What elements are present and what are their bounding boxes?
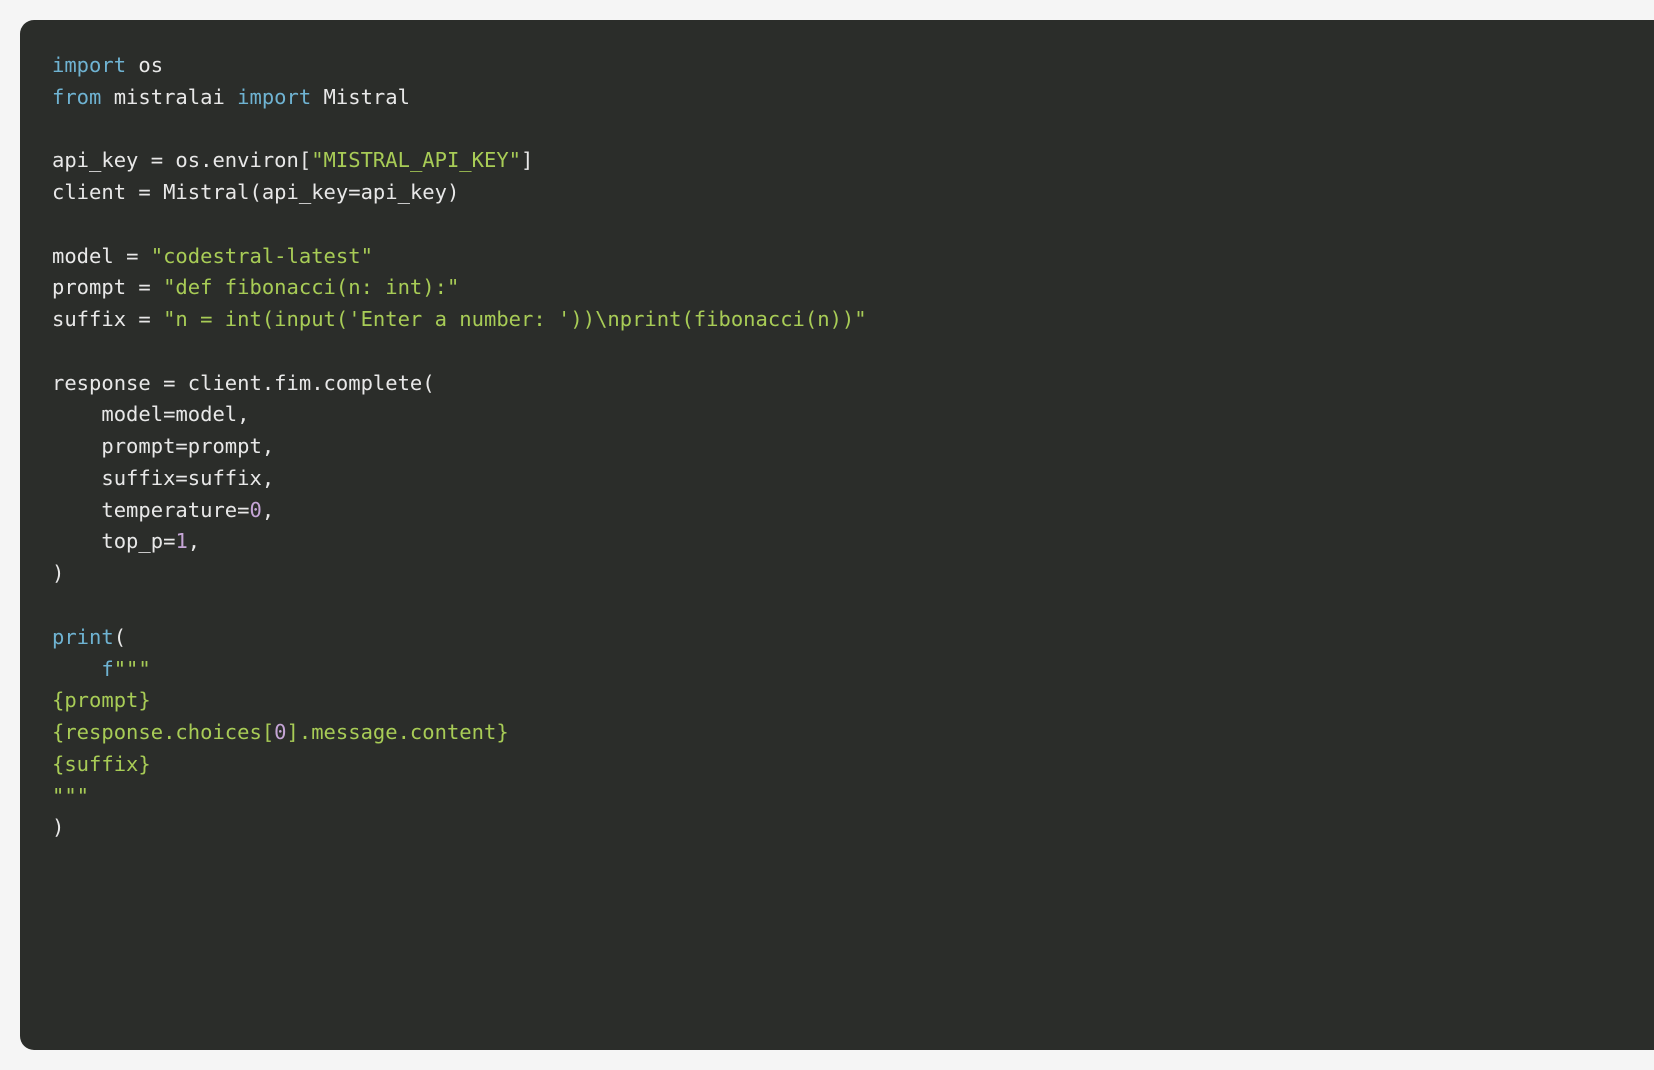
val-prompt: prompt, [188, 434, 274, 458]
op-eq: = [151, 148, 163, 172]
bracket-close: ] [521, 148, 533, 172]
string-suffix: "n = int(input('Enter a number: '))\npri… [163, 307, 867, 331]
var-response: response [52, 371, 163, 395]
op-eq: = [163, 402, 175, 426]
name-mistral: Mistral [311, 85, 410, 109]
string-model: "codestral-latest" [151, 244, 373, 268]
paren-close: ) [52, 561, 64, 585]
num-zero: 0 [249, 498, 261, 522]
indent [52, 657, 101, 681]
var-prompt: prompt [52, 275, 138, 299]
op-eq: = [237, 498, 249, 522]
code-content: import os from mistralai import Mistral … [52, 50, 1642, 844]
val-model: model, [175, 402, 249, 426]
keyword-import-2: import [237, 85, 311, 109]
kwarg-suffix: suffix [52, 466, 175, 490]
paren-close: ) [52, 815, 64, 839]
num-one: 1 [175, 529, 187, 553]
triple-quote-close: """ [52, 784, 89, 808]
keyword-import: import [52, 53, 126, 77]
op-eq: = [175, 434, 187, 458]
op-eq: = [175, 466, 187, 490]
op-eq: = [126, 244, 138, 268]
module-os: os [126, 53, 163, 77]
f-prefix: f [101, 657, 113, 681]
fstring-suffix: {suffix} [52, 752, 151, 776]
kwarg-topp: top_p [52, 529, 163, 553]
space [151, 275, 163, 299]
fstring-choices-a: {response.choices[ [52, 720, 274, 744]
fstring-prompt: {prompt} [52, 688, 151, 712]
fn-print: print [52, 625, 114, 649]
space [151, 307, 163, 331]
op-eq: = [163, 371, 175, 395]
arg-apikey: api_key) [361, 180, 460, 204]
call-mistral: Mistral(api_key [151, 180, 348, 204]
val-suffix: suffix, [188, 466, 274, 490]
string-prompt: "def fibonacci(n: int):" [163, 275, 459, 299]
space [138, 244, 150, 268]
num-index: 0 [274, 720, 286, 744]
kwarg-prompt: prompt [52, 434, 175, 458]
comma: , [262, 498, 274, 522]
keyword-from: from [52, 85, 101, 109]
paren-open: ( [114, 625, 126, 649]
op-eq: = [348, 180, 360, 204]
module-mistralai: mistralai [101, 85, 237, 109]
var-apikey: api_key [52, 148, 151, 172]
kwarg-model: model [52, 402, 163, 426]
triple-quote-open: """ [114, 657, 151, 681]
op-eq: = [138, 180, 150, 204]
fstring-choices-b: ].message.content} [287, 720, 509, 744]
op-eq: = [138, 307, 150, 331]
code-block: import os from mistralai import Mistral … [20, 20, 1654, 1050]
var-client: client [52, 180, 138, 204]
var-suffix: suffix [52, 307, 138, 331]
expr-environ: os.environ[ [163, 148, 311, 172]
op-eq: = [163, 529, 175, 553]
string-apikey-env: "MISTRAL_API_KEY" [311, 148, 521, 172]
comma: , [188, 529, 200, 553]
call-complete: client.fim.complete( [175, 371, 434, 395]
op-eq: = [138, 275, 150, 299]
kwarg-temperature: temperature [52, 498, 237, 522]
var-model: model [52, 244, 126, 268]
